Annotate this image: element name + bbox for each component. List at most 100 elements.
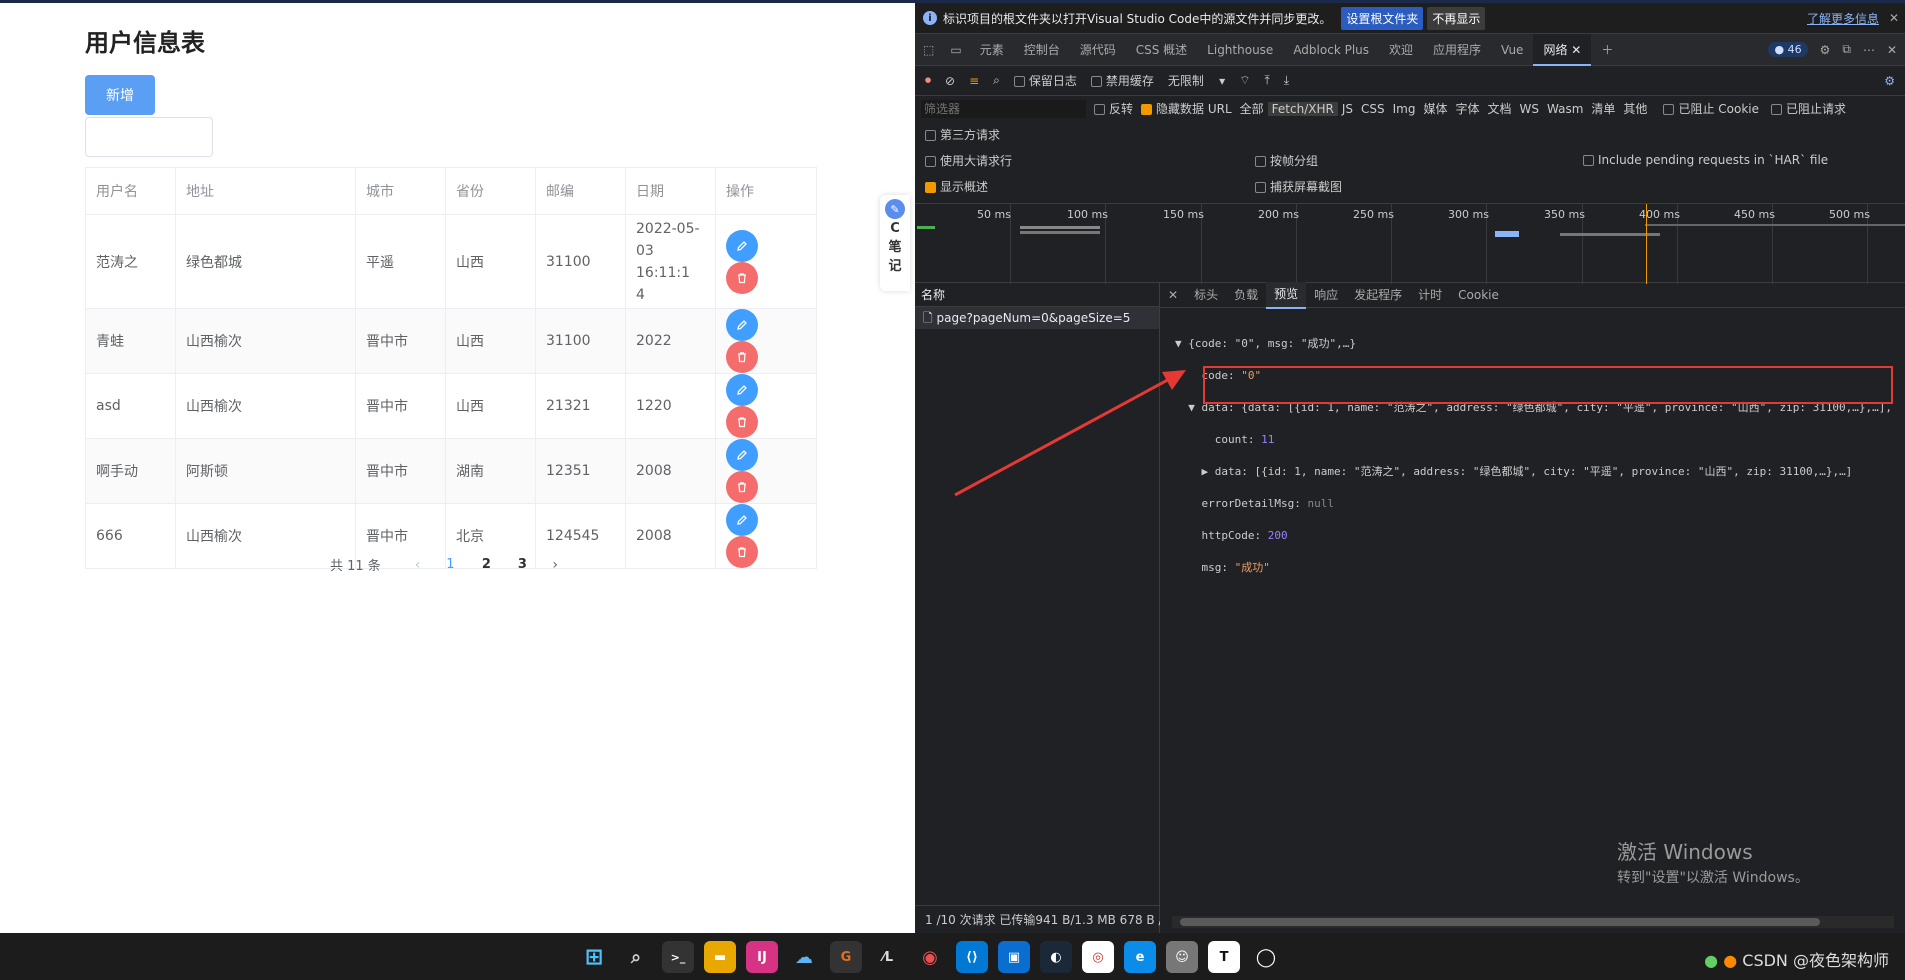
third-party-checkbox[interactable]: 第三方请求: [925, 126, 1000, 143]
prev-page-button[interactable]: ‹: [415, 557, 421, 573]
tab-elements[interactable]: 元素: [970, 34, 1014, 66]
add-tab-icon[interactable]: ＋: [1591, 34, 1623, 66]
g-app-icon[interactable]: G: [830, 941, 862, 973]
terminal-icon[interactable]: >_: [662, 941, 694, 973]
dock-icon[interactable]: ⧉: [1842, 42, 1851, 57]
delete-button[interactable]: [726, 406, 758, 438]
edit-button[interactable]: [726, 504, 758, 536]
learn-more-link[interactable]: 了解更多信息: [1807, 10, 1879, 27]
scrollbar-thumb[interactable]: [1180, 918, 1820, 926]
tab-adblock[interactable]: Adblock Plus: [1283, 34, 1379, 66]
filter-img[interactable]: Img: [1389, 102, 1420, 116]
network-overview[interactable]: 50 ms 100 ms 150 ms 200 ms 250 ms 300 ms…: [915, 203, 1905, 284]
download-icon[interactable]: ⤓: [1284, 73, 1289, 88]
filter-other[interactable]: 其他: [1619, 100, 1651, 117]
filter-input[interactable]: [921, 99, 1086, 118]
big-rows-checkbox[interactable]: 使用大请求行: [925, 152, 1012, 169]
horizontal-scrollbar[interactable]: [1172, 916, 1894, 928]
invert-checkbox[interactable]: 反转: [1094, 100, 1133, 117]
search-icon[interactable]: ⌕: [620, 941, 652, 973]
throttle-select[interactable]: 无限制 ▾: [1168, 72, 1225, 89]
tab-response[interactable]: 响应: [1306, 283, 1346, 308]
chrome-icon[interactable]: ◎: [1082, 941, 1114, 973]
blocked-request-checkbox[interactable]: 已阻止请求: [1770, 100, 1846, 117]
upload-icon[interactable]: ⤒: [1264, 73, 1269, 88]
overview-checkbox[interactable]: 显示概述: [925, 178, 988, 195]
tab-welcome[interactable]: 欢迎: [1379, 34, 1423, 66]
inspect-icon[interactable]: ⬚: [915, 34, 942, 66]
tab-console[interactable]: 控制台: [1014, 34, 1070, 66]
tab-initiator[interactable]: 发起程序: [1346, 283, 1410, 308]
filter-css[interactable]: CSS: [1357, 102, 1389, 116]
settings-icon[interactable]: ⚙: [1820, 43, 1831, 57]
box-app-icon[interactable]: ▣: [998, 941, 1030, 973]
device-toggle-icon[interactable]: ▭: [942, 34, 969, 66]
tab-timing[interactable]: 计时: [1410, 283, 1450, 308]
delete-button[interactable]: [726, 341, 758, 373]
filter-media[interactable]: 媒体: [1419, 100, 1451, 117]
tab-headers[interactable]: 标头: [1186, 283, 1226, 308]
steam-icon[interactable]: ◐: [1040, 941, 1072, 973]
typora-icon[interactable]: T: [1208, 941, 1240, 973]
search-input[interactable]: [85, 117, 213, 157]
page-3[interactable]: 3: [504, 557, 540, 572]
json-root[interactable]: ▼ {code: "0", msg: "成功",…}: [1175, 336, 1892, 352]
edge-icon[interactable]: e: [1124, 941, 1156, 973]
edit-button[interactable]: [726, 374, 758, 406]
folder-icon[interactable]: ▬: [704, 941, 736, 973]
jetbrains-icon[interactable]: IJ: [746, 941, 778, 973]
tab-vue[interactable]: Vue: [1491, 34, 1533, 66]
app-icon[interactable]: ⁄L: [872, 941, 904, 973]
close-devtools-icon[interactable]: ✕: [1887, 43, 1897, 57]
filter-icon[interactable]: ≡: [969, 74, 979, 88]
tab-payload[interactable]: 负载: [1226, 283, 1266, 308]
tray-notify-icon[interactable]: ●: [1723, 951, 1737, 970]
delete-button[interactable]: [726, 261, 758, 294]
json-data-array[interactable]: ▶ data: [{id: 1, name: "范涛之", address: "…: [1175, 464, 1892, 480]
set-root-folder-button[interactable]: 设置根文件夹: [1341, 6, 1424, 30]
vscode-icon[interactable]: ⟨⟩: [956, 941, 988, 973]
tray-wechat-icon[interactable]: ●: [1704, 951, 1718, 970]
start-icon[interactable]: ⊞: [578, 941, 610, 973]
page-1[interactable]: 1: [432, 557, 468, 572]
close-detail-icon[interactable]: ✕: [1160, 283, 1186, 308]
page-2[interactable]: 2: [468, 557, 504, 572]
record-icon[interactable]: ⏺: [925, 73, 931, 88]
filter-fetch-xhr[interactable]: Fetch/XHR: [1267, 101, 1338, 116]
tab-preview[interactable]: 预览: [1266, 281, 1307, 309]
tab-css-overview[interactable]: CSS 概述: [1126, 34, 1197, 66]
search-icon[interactable]: ⌕: [993, 73, 1000, 88]
clear-icon[interactable]: ⊘: [945, 74, 955, 88]
dont-show-again-button[interactable]: 不再显示: [1427, 6, 1486, 30]
filter-wasm[interactable]: Wasm: [1543, 102, 1587, 116]
wechat-icon[interactable]: ◯: [1250, 941, 1282, 973]
bird-icon[interactable]: ◉: [914, 941, 946, 973]
network-settings-icon[interactable]: ⚙: [1884, 74, 1895, 88]
add-button[interactable]: 新增: [85, 75, 155, 115]
preserve-log-checkbox[interactable]: 保留日志: [1013, 72, 1077, 89]
tab-cookie[interactable]: Cookie: [1450, 283, 1507, 308]
tab-sources[interactable]: 源代码: [1070, 34, 1126, 66]
tab-lighthouse[interactable]: Lighthouse: [1197, 34, 1283, 66]
hide-data-url-checkbox[interactable]: 隐藏数据 URL: [1141, 100, 1232, 117]
edit-button[interactable]: [726, 229, 758, 262]
filter-font[interactable]: 字体: [1451, 100, 1483, 117]
delete-button[interactable]: [726, 536, 758, 568]
tab-application[interactable]: 应用程序: [1423, 34, 1491, 66]
next-page-button[interactable]: ›: [552, 557, 558, 573]
edit-button[interactable]: [726, 439, 758, 471]
request-row[interactable]: 🗋 page?pageNum=0&pageSize=5: [915, 307, 1159, 329]
filter-all[interactable]: 全部: [1236, 100, 1268, 117]
group-frame-checkbox[interactable]: 按帧分组: [1255, 152, 1318, 169]
filter-manifest[interactable]: 清单: [1587, 100, 1619, 117]
disable-cache-checkbox[interactable]: 禁用缓存: [1090, 72, 1154, 89]
filter-js[interactable]: JS: [1338, 102, 1357, 116]
close-icon[interactable]: ✕: [1889, 11, 1899, 25]
filter-doc[interactable]: 文档: [1484, 100, 1516, 117]
blocked-cookie-checkbox[interactable]: 已阻止 Cookie: [1663, 100, 1759, 117]
filter-ws[interactable]: WS: [1516, 102, 1543, 116]
more-icon[interactable]: ⋯: [1863, 43, 1875, 57]
screenshots-checkbox[interactable]: 捕获屏幕截图: [1255, 178, 1342, 195]
delete-button[interactable]: [726, 471, 758, 503]
har-checkbox[interactable]: Include pending requests in `HAR` file: [1583, 153, 1828, 167]
